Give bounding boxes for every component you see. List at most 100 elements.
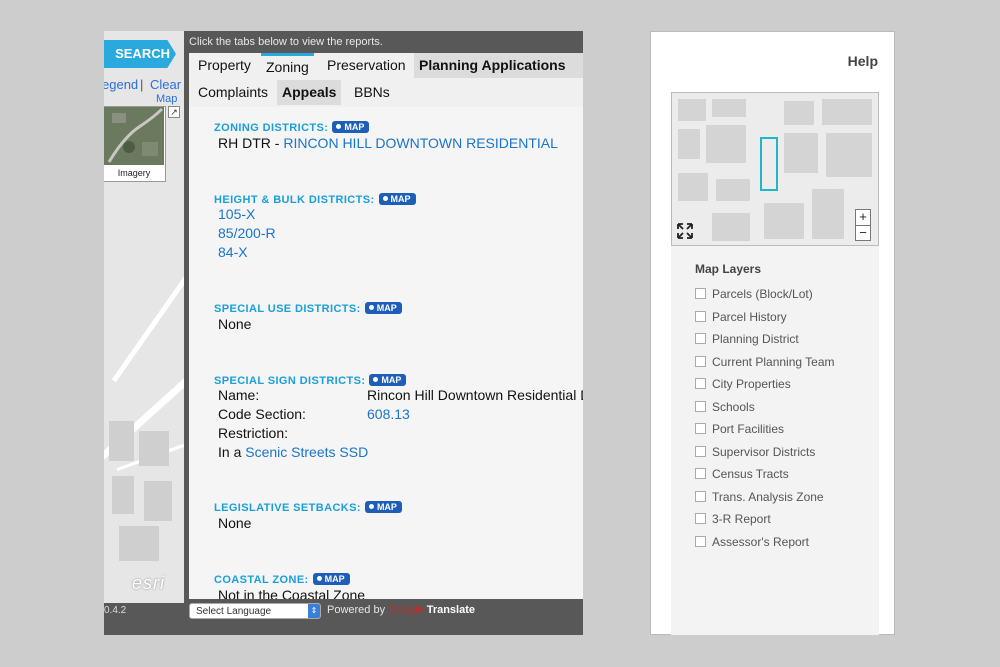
- layer-item[interactable]: Current Planning Team: [695, 355, 835, 369]
- overview-map[interactable]: + −: [671, 92, 879, 246]
- translate-label: Translate: [426, 604, 476, 616]
- map-block: [706, 125, 746, 163]
- layer-checkbox[interactable]: [695, 400, 706, 412]
- section-heading-text: SPECIAL SIGN DISTRICTS:: [214, 375, 366, 387]
- layer-checkbox[interactable]: [695, 445, 706, 457]
- setbacks-value: None: [218, 515, 252, 531]
- tab-bbns[interactable]: BBNs: [349, 80, 395, 105]
- layer-item[interactable]: Supervisor Districts: [695, 445, 815, 459]
- tab-preservation[interactable]: Preservation: [322, 53, 411, 78]
- layer-label: Trans. Analysis Zone: [712, 489, 824, 504]
- zoning-district-link[interactable]: RINCON HILL DOWNTOWN RESIDENTIAL: [283, 135, 558, 151]
- map-block: [119, 526, 159, 561]
- layer-label: City Properties: [712, 377, 791, 391]
- section-heading-text: COASTAL ZONE:: [214, 574, 309, 586]
- layer-checkbox[interactable]: [695, 513, 706, 524]
- search-button[interactable]: SEARCH: [104, 40, 176, 68]
- tab-instructions: Click the tabs below to view the reports…: [189, 36, 383, 48]
- tab-planning-applications[interactable]: Planning Applications: [414, 53, 583, 78]
- side-panel: Help + − Map Layers Parcels (Block/Lot) P…: [650, 31, 895, 635]
- height-bulk-link[interactable]: 84-X: [218, 244, 248, 260]
- section-heading-text: ZONING DISTRICTS:: [214, 122, 329, 134]
- height-bulk-link[interactable]: 85/200-R: [218, 225, 276, 241]
- basemap[interactable]: SEARCH egend | Clear Map Imagery ↗ esri: [104, 31, 184, 603]
- layer-checkbox[interactable]: [695, 468, 706, 479]
- layer-checkbox[interactable]: [695, 355, 706, 367]
- translate-bar: Select Language ⇕ Powered by Google Tran…: [189, 601, 583, 623]
- section-heading-text: SPECIAL USE DISTRICTS:: [214, 303, 361, 315]
- layer-item[interactable]: City Properties: [695, 377, 791, 391]
- layer-checkbox[interactable]: [695, 378, 706, 389]
- map-layers-title: Map Layers: [695, 262, 762, 276]
- esri-logo: esri: [132, 573, 166, 593]
- zoom-out-button[interactable]: −: [856, 226, 870, 241]
- map-block: [764, 203, 804, 239]
- imagery-toggle[interactable]: Imagery: [104, 106, 166, 182]
- restriction-prefix: In a: [218, 444, 246, 460]
- clear-link[interactable]: Clear: [150, 77, 181, 92]
- map-block: [822, 99, 872, 125]
- layer-label: Schools: [712, 399, 755, 414]
- google-logo: Google: [388, 604, 424, 616]
- coastal-map-button[interactable]: MAP: [312, 573, 350, 585]
- legend-link[interactable]: egend: [104, 77, 138, 92]
- tab-complaints[interactable]: Complaints: [193, 80, 273, 105]
- layer-item[interactable]: Parcels (Block/Lot): [695, 287, 813, 301]
- layer-label: Current Planning Team: [712, 354, 835, 369]
- layer-checkbox[interactable]: [695, 423, 706, 434]
- height-bulk-link[interactable]: 105-X: [218, 206, 255, 222]
- layer-label: Parcels (Block/Lot): [712, 287, 813, 301]
- tab-appeals[interactable]: Appeals: [277, 80, 342, 105]
- zoom-control: + −: [855, 209, 871, 241]
- layer-label: Assessor's Report: [712, 534, 809, 549]
- selected-parcel: [760, 137, 778, 191]
- map-block: [144, 481, 172, 521]
- link-divider: |: [140, 77, 144, 92]
- scenic-streets-link[interactable]: Scenic Streets SSD: [245, 444, 368, 460]
- expand-icon[interactable]: [677, 223, 693, 243]
- map-block: [712, 213, 750, 241]
- section-heading-text: LEGISLATIVE SETBACKS:: [214, 502, 361, 514]
- setbacks-map-button[interactable]: MAP: [364, 501, 402, 513]
- layer-checkbox[interactable]: [695, 333, 706, 344]
- layer-label: Planning District: [712, 332, 799, 346]
- powered-by-text: Powered by: [327, 604, 389, 616]
- restriction-label: Restriction:: [218, 425, 289, 441]
- tab-zoning[interactable]: Zoning: [261, 53, 314, 78]
- special-sign-heading: SPECIAL SIGN DISTRICTS: MAP: [214, 374, 407, 387]
- special-sign-map-button[interactable]: MAP: [369, 374, 407, 386]
- layer-checkbox[interactable]: [695, 535, 706, 547]
- legislative-setbacks-heading: LEGISLATIVE SETBACKS: MAP: [214, 501, 402, 514]
- layer-item[interactable]: Trans. Analysis Zone: [695, 490, 824, 504]
- report-tabs: Property Zoning Preservation Planning Ap…: [189, 53, 583, 107]
- map-link[interactable]: Map: [156, 93, 177, 105]
- coastal-zone-heading: COASTAL ZONE: MAP: [214, 573, 350, 586]
- layer-item[interactable]: Schools: [695, 400, 755, 414]
- height-bulk-map-button[interactable]: MAP: [378, 193, 416, 205]
- code-section-link[interactable]: 608.13: [367, 406, 410, 422]
- layer-checkbox[interactable]: [695, 490, 706, 502]
- layer-item[interactable]: Planning District: [695, 332, 799, 346]
- expand-arrow-icon[interactable]: ↗: [168, 106, 180, 118]
- layer-checkbox[interactable]: [695, 288, 706, 299]
- zoom-in-button[interactable]: +: [856, 210, 870, 226]
- layer-item[interactable]: Parcel History: [695, 310, 787, 324]
- map-block: [716, 179, 750, 201]
- tab-property[interactable]: Property: [193, 53, 256, 78]
- map-block: [112, 476, 134, 514]
- layer-label: Parcel History: [712, 309, 787, 324]
- zoning-map-button[interactable]: MAP: [332, 121, 370, 133]
- layer-checkbox[interactable]: [695, 310, 706, 322]
- layer-item[interactable]: 3-R Report: [695, 512, 771, 526]
- layer-item[interactable]: Census Tracts: [695, 467, 789, 481]
- special-use-map-button[interactable]: MAP: [364, 302, 402, 314]
- map-block: [678, 173, 708, 201]
- layer-item[interactable]: Port Facilities: [695, 422, 784, 436]
- map-block: [784, 101, 814, 125]
- help-link[interactable]: Help: [848, 53, 878, 69]
- language-select[interactable]: Select Language ⇕: [189, 603, 321, 619]
- layer-item[interactable]: Assessor's Report: [695, 535, 809, 549]
- height-bulk-heading: HEIGHT & BULK DISTRICTS: MAP: [214, 193, 416, 206]
- special-use-heading: SPECIAL USE DISTRICTS: MAP: [214, 302, 402, 315]
- zoning-district-value: RH DTR - RINCON HILL DOWNTOWN RESIDENTIA…: [218, 135, 558, 151]
